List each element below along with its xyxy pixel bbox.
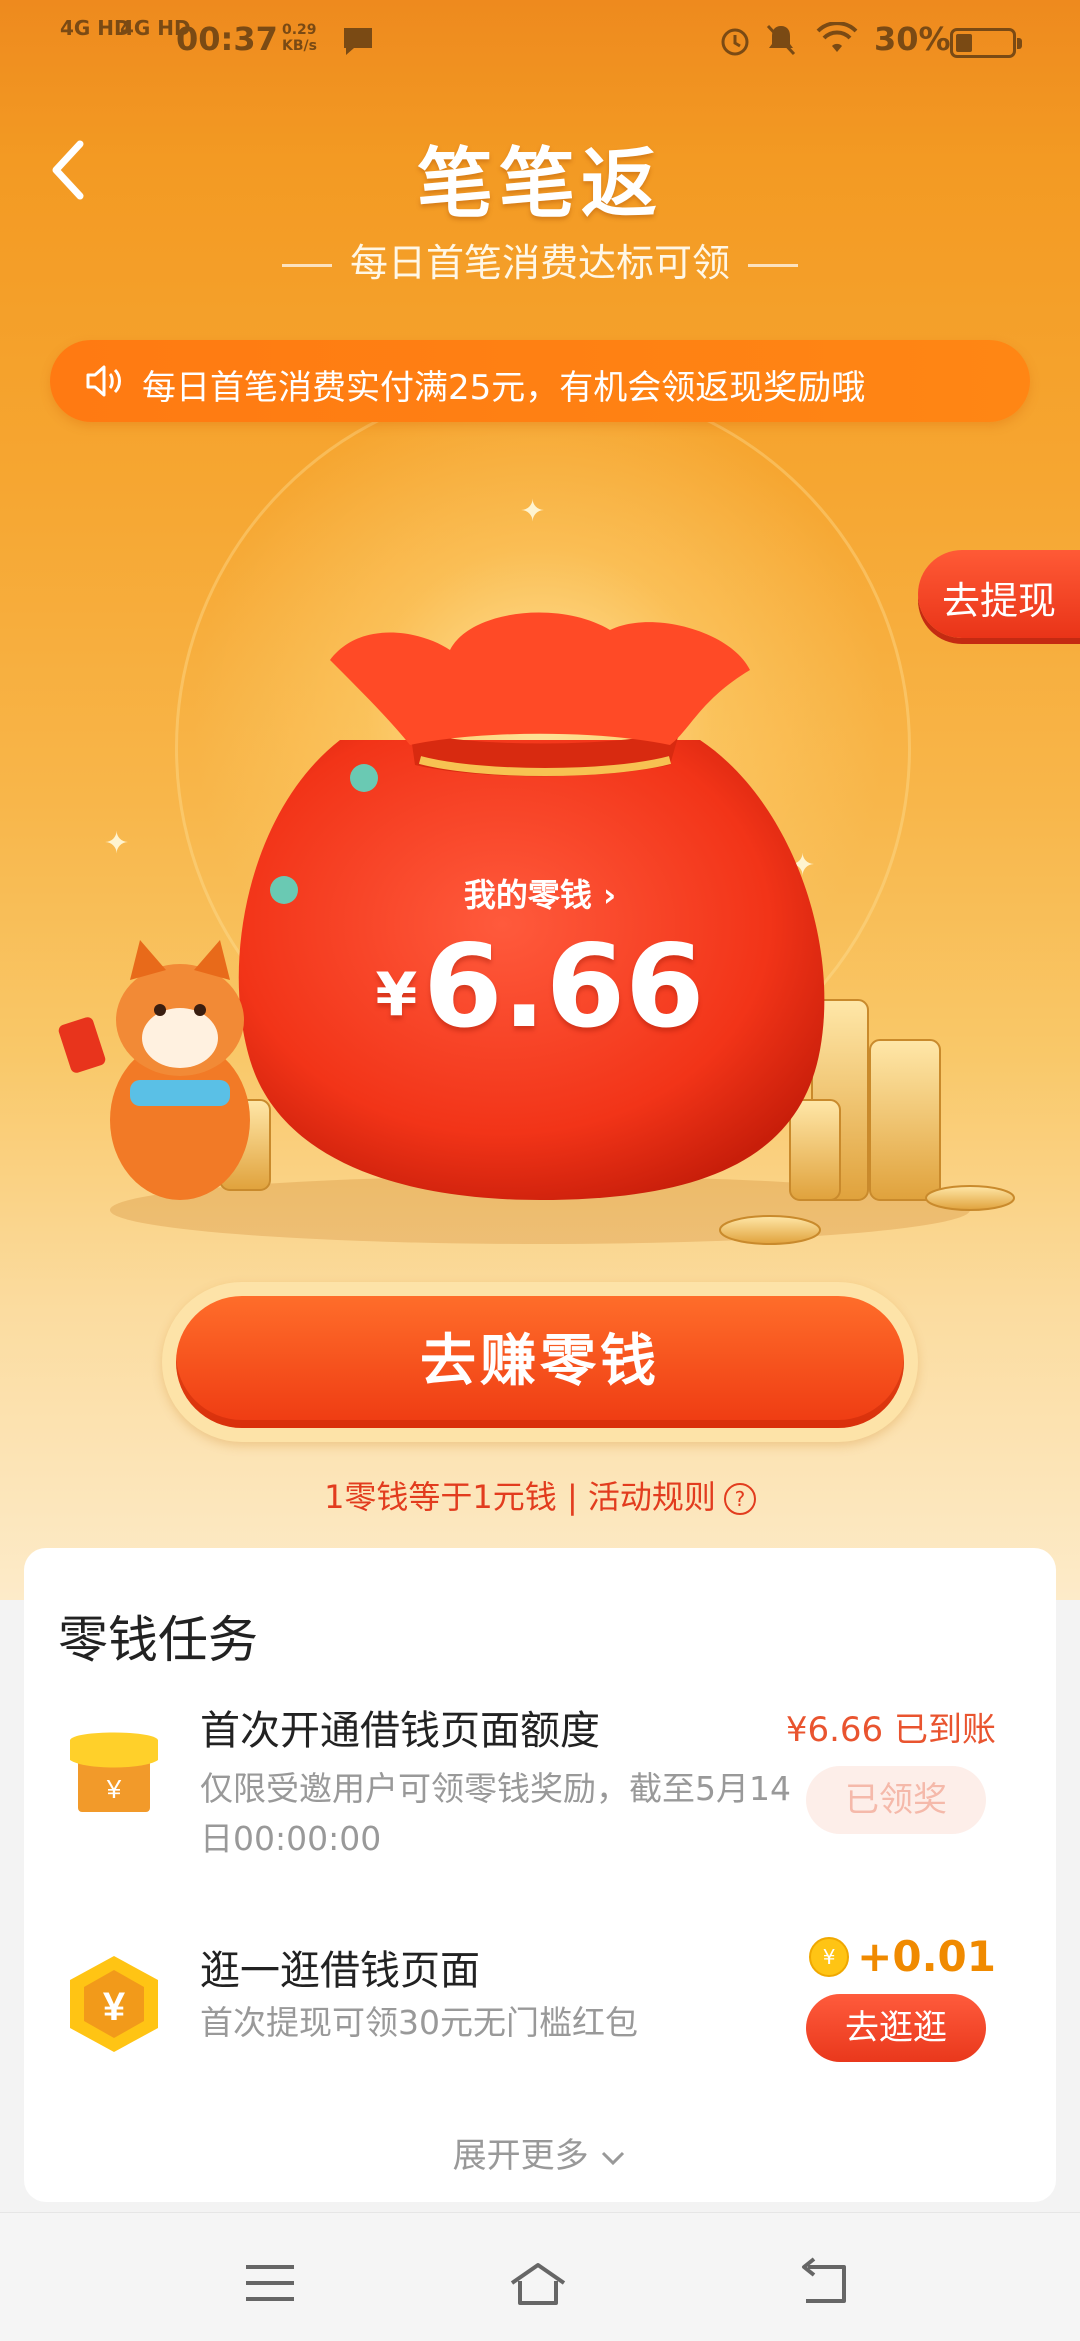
task-title: 首次开通借钱页面额度: [200, 1708, 600, 1754]
menu-icon[interactable]: [240, 2253, 300, 2313]
system-nav-bar: [0, 2212, 1080, 2341]
tasks-card: 零钱任务 ¥ 首次开通借钱页面额度 仅限受邀用户可领零钱奖励，截至5月14日00…: [24, 1548, 1056, 2202]
wifi-icon: [816, 22, 858, 52]
help-icon: ?: [723, 1483, 756, 1515]
svg-text:¥: ¥: [103, 1985, 126, 2029]
speaker-icon: [86, 365, 121, 397]
notice-bar: 每日首笔消费实付满25元，有机会领返现奖励哦: [50, 340, 1030, 422]
task-description: 仅限受邀用户可领零钱奖励，截至5月14日00:00:00: [200, 1769, 791, 1858]
mute-icon: [766, 24, 796, 56]
rules-link[interactable]: 1零钱等于1元钱 | 活动规则?: [0, 1472, 1080, 1518]
chevron-down-icon: [602, 2151, 625, 2165]
earn-change-button[interactable]: 去赚零钱: [162, 1282, 918, 1442]
net-speed: 0.29 KB/s: [282, 22, 317, 54]
clock: 00:37: [176, 20, 278, 58]
tasks-card-title: 零钱任务: [58, 1611, 258, 1669]
page-title: 笔笔返: [417, 139, 663, 228]
wallet-balance: ¥6.66: [375, 920, 705, 1053]
sparkle-icon: ✦: [520, 494, 546, 529]
task-description: 首次提现可领30元无门槛红包: [200, 2003, 638, 2042]
reward-claimed-button[interactable]: 已领奖: [806, 1766, 986, 1834]
go-browse-button[interactable]: 去逛逛: [806, 1994, 986, 2062]
yuan-hexagon-icon: ¥: [70, 1956, 158, 2052]
task-row: ¥ 逛一逛借钱页面 首次提现可领30元无门槛红包 ¥ +0.01 去逛逛: [24, 1932, 1056, 2068]
task-title: 逛一逛借钱页面: [200, 1948, 480, 1994]
home-icon[interactable]: [508, 2253, 568, 2313]
battery-percent: 30%: [874, 20, 951, 58]
alarm-icon: [721, 28, 749, 56]
notice-text: 每日首笔消费实付满25元，有机会领返现奖励哦: [142, 368, 866, 408]
expand-more-button[interactable]: 展开更多: [24, 2128, 1056, 2177]
wallet-label[interactable]: 我的零钱 ›: [0, 870, 1080, 916]
page-subtitle: 每日首笔消费达标可领: [0, 232, 1080, 287]
back-icon[interactable]: [792, 2253, 852, 2313]
coin-icon: ¥: [809, 1936, 850, 1977]
status-bar: 4G HD 4G HD 00:37 0.29 KB/s 30%: [0, 0, 1080, 86]
hero-banner: ✦ ✦ ✦ 4G HD 4G HD 00:37 0.29 KB/s 30% 笔笔…: [0, 0, 1080, 1600]
shop-icon: ¥: [70, 1732, 158, 1812]
task-reward: ¥6.66 已到账: [785, 1710, 996, 1750]
svg-text:¥: ¥: [106, 1774, 122, 1804]
message-icon: [344, 28, 372, 55]
task-reward: ¥ +0.01: [809, 1932, 996, 1981]
battery-icon: [950, 28, 1022, 58]
task-row: ¥ 首次开通借钱页面额度 仅限受邀用户可领零钱奖励，截至5月14日00:00:0…: [24, 1698, 1056, 1898]
